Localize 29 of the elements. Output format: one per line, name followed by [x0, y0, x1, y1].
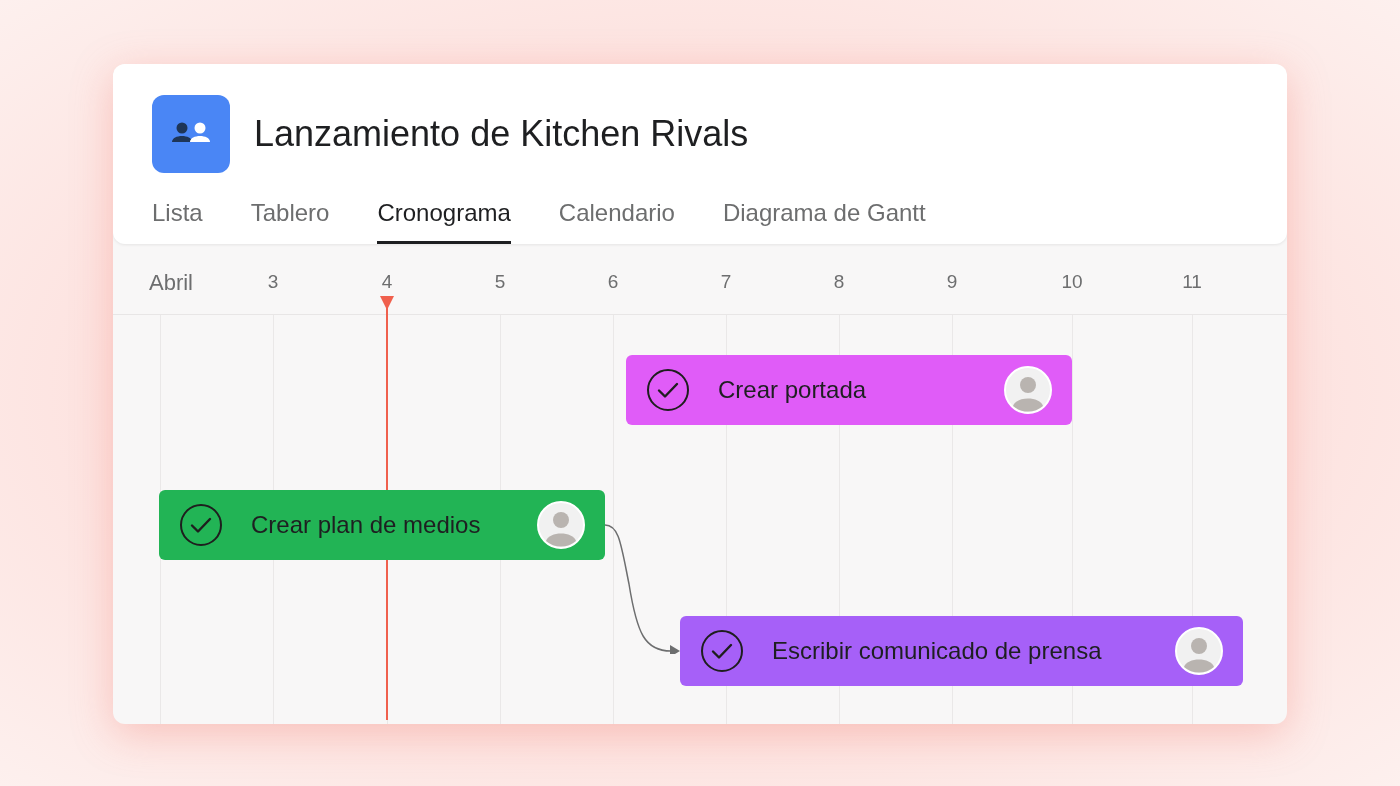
day-label: 11	[1182, 270, 1202, 294]
day-label: 6	[607, 270, 619, 294]
day-label: 8	[833, 270, 845, 294]
task-name: Escribir comunicado de prensa	[772, 636, 1103, 666]
project-title: Lanzamiento de Kitchen Rivals	[254, 112, 749, 156]
view-tab[interactable]: Cronograma	[377, 195, 511, 244]
task-name: Crear plan de medios	[251, 510, 482, 540]
day-label: 3	[267, 270, 279, 294]
avatar-icon	[1175, 627, 1223, 675]
check-circle-icon[interactable]	[646, 368, 690, 412]
avatar-icon	[537, 501, 585, 549]
task-bar[interactable]: Crear plan de medios	[159, 490, 605, 560]
people-icon	[152, 95, 230, 173]
day-label: 7	[720, 270, 732, 294]
day-label: 4	[381, 270, 393, 294]
task-bar[interactable]: Crear portada	[626, 355, 1072, 425]
avatar-icon	[1004, 366, 1052, 414]
check-circle-icon[interactable]	[179, 503, 223, 547]
day-label: 10	[1061, 270, 1083, 294]
check-circle-icon[interactable]	[700, 629, 744, 673]
view-tab[interactable]: Lista	[152, 195, 203, 244]
view-tab[interactable]: Diagrama de Gantt	[722, 195, 926, 244]
task-bar[interactable]: Escribir comunicado de prensa	[680, 616, 1243, 686]
day-label: 5	[494, 270, 506, 294]
view-tab[interactable]: Tablero	[250, 195, 330, 244]
day-label: 9	[946, 270, 958, 294]
view-tab[interactable]: Calendario	[558, 195, 675, 244]
month-label: Abril	[149, 269, 193, 297]
task-name: Crear portada	[718, 375, 868, 405]
